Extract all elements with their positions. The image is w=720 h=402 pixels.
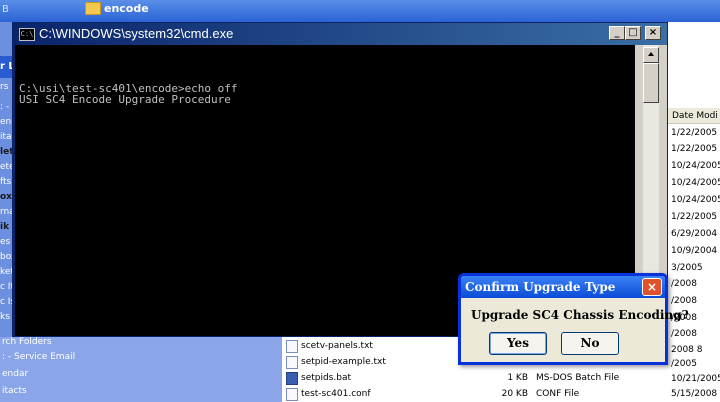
date-cell: 10/24/2005: [671, 195, 720, 205]
minimize-button[interactable]: _: [609, 26, 625, 40]
file-type: MS-DOS Batch File: [536, 373, 620, 383]
date-cell: /2008: [671, 329, 697, 339]
nav-item[interactable]: end.: [0, 115, 12, 129]
file-size: 1 KB: [507, 373, 528, 383]
nav-item[interactable]: es: [0, 235, 12, 249]
nav-item[interactable]: c It: [0, 280, 12, 294]
nav-item[interactable]: etec: [0, 160, 12, 174]
file-type: CONF File: [536, 389, 580, 399]
date-cell: /2008: [671, 296, 697, 306]
dialog-titlebar[interactable]: Confirm Upgrade Type ×: [461, 276, 665, 298]
nav-item[interactable]: ketf: [0, 265, 12, 279]
file-size: 20 KB: [501, 389, 528, 399]
dialog-question: Upgrade SC4 Chassis Encoding?: [471, 308, 689, 322]
nav-item[interactable]: fts: [0, 175, 12, 189]
nav-item[interactable]: ox: [0, 190, 12, 204]
console-icon: C:\: [19, 28, 35, 41]
nav-item[interactable]: ik E: [0, 220, 12, 234]
cmd-titlebar[interactable]: C:\ C:\WINDOWS\system32\cmd.exe _ □ ×: [13, 23, 667, 45]
date-cell: 5/15/2008: [671, 389, 718, 399]
date-modified-column-header[interactable]: Date Modi: [668, 108, 720, 124]
date-cell: /2008: [671, 279, 697, 289]
date-cell: 10/21/2005: [671, 374, 720, 384]
cmd-window-title: C:\WINDOWS\system32\cmd.exe: [39, 26, 234, 41]
text-file-icon: [286, 356, 298, 369]
date-cell: 1/22/2005: [671, 128, 718, 138]
nav-item[interactable]: rnal: [0, 205, 12, 219]
file-row[interactable]: setpids.bat: [286, 371, 351, 386]
nav-item-service-email[interactable]: : - Service Email: [2, 352, 75, 362]
date-cell: 1/22/2005: [671, 144, 718, 154]
confirm-dialog: Confirm Upgrade Type × Upgrade SC4 Chass…: [458, 273, 689, 365]
close-button[interactable]: ×: [645, 26, 661, 40]
nav-item[interactable]: : - R: [0, 100, 12, 114]
nav-item[interactable]: lete: [0, 145, 12, 159]
file-row[interactable]: test-sc401.conf: [286, 387, 371, 402]
text-file-icon: [286, 340, 298, 353]
date-cell: 1/22/2005: [671, 212, 718, 222]
folder-title-label: encode: [104, 2, 149, 15]
folder-icon: [85, 2, 101, 15]
nav-item[interactable]: box: [0, 250, 12, 264]
file-name: setpids.bat: [301, 373, 351, 383]
date-cell: 3/2005: [671, 263, 703, 273]
date-cell: 10/24/2005: [671, 161, 720, 171]
scrollbar-thumb[interactable]: [643, 63, 659, 103]
dialog-close-button[interactable]: ×: [642, 278, 662, 296]
scroll-up-arrow-icon[interactable]: [643, 47, 659, 63]
explorer-title-fragment: B: [2, 4, 9, 15]
nav-item-search-folders[interactable]: rch Folders: [2, 337, 52, 347]
file-name: setpid-example.txt: [301, 357, 386, 367]
nav-item[interactable]: itac: [0, 130, 12, 144]
date-cell: 6/29/2004: [671, 229, 718, 239]
date-cell: 2008 8: [671, 345, 703, 355]
date-cell: 10/9/2004: [671, 246, 718, 256]
no-button[interactable]: No: [561, 332, 619, 355]
console-line: USI SC4 Encode Upgrade Procedure: [19, 93, 231, 106]
other-places-pane: rch Folders : - Service Email endar itac…: [0, 337, 282, 402]
nav-pane-header[interactable]: r L: [0, 56, 12, 78]
maximize-button[interactable]: □: [625, 26, 641, 40]
file-name: scetv-panels.txt: [301, 341, 373, 351]
explorer-folder-title: encode: [85, 2, 149, 15]
nav-item[interactable]: rs: [0, 80, 12, 94]
date-cell: /2005: [671, 359, 697, 369]
explorer-titlebar: B encode: [0, 0, 720, 22]
dialog-title: Confirm Upgrade Type: [465, 280, 616, 294]
nav-item[interactable]: c Is: [0, 295, 12, 309]
file-row[interactable]: setpid-example.txt: [286, 355, 386, 370]
yes-button[interactable]: Yes: [489, 332, 547, 355]
nav-item-calendar[interactable]: endar: [2, 369, 28, 379]
nav-item-contacts[interactable]: itacts: [2, 386, 27, 396]
date-cell: 10/24/2005: [671, 178, 720, 188]
nav-item[interactable]: ks: [0, 310, 12, 324]
file-name: test-sc401.conf: [301, 389, 371, 399]
batch-file-icon: [286, 372, 298, 385]
conf-file-icon: [286, 388, 298, 401]
file-row[interactable]: scetv-panels.txt: [286, 339, 373, 354]
